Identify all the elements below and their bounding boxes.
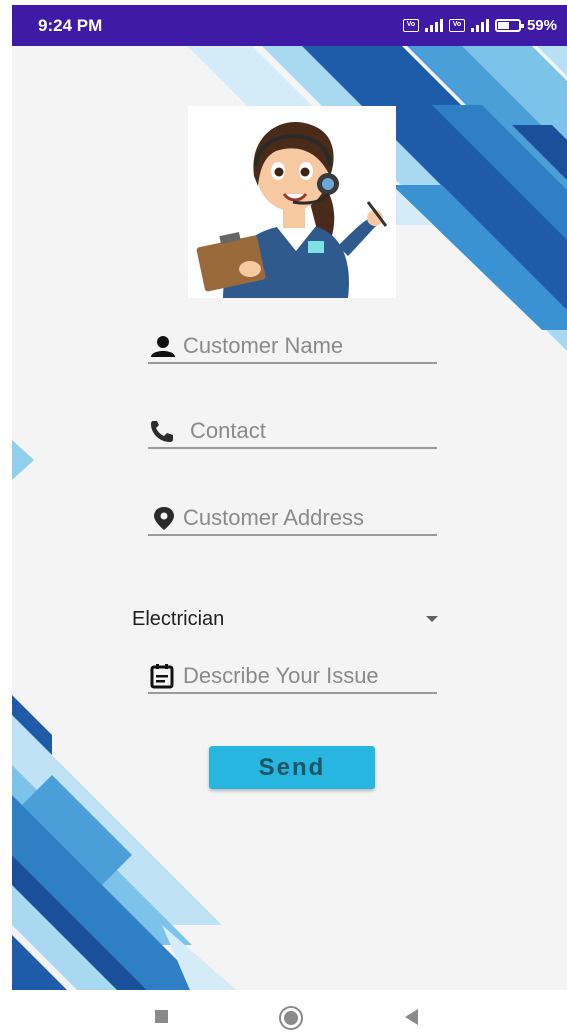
service-type-selected: Electrician: [132, 608, 225, 630]
navigation-bar: [0, 990, 567, 1035]
status-icons: Vo Vo 59%: [402, 15, 557, 35]
service-type-dropdown[interactable]: Electrician: [132, 605, 442, 633]
home-icon[interactable]: [279, 1006, 303, 1030]
volte-icon-sim2: Vo: [448, 18, 465, 32]
battery-icon: [494, 18, 524, 32]
signal-icon-sim2: [470, 18, 489, 32]
issue-description-field[interactable]: Describe Your Issue: [148, 660, 437, 694]
customer-address-field[interactable]: Customer Address: [148, 502, 437, 536]
customer-address-placeholder: Customer Address: [183, 505, 364, 530]
recent-apps-icon[interactable]: [155, 1010, 168, 1023]
signal-icon: [424, 18, 443, 32]
volte-icon: Vo: [402, 18, 419, 32]
phone-screen: 9:24 PM Vo Vo 59% Customer Name Contact …: [12, 5, 567, 1035]
customer-name-placeholder: Customer Name: [183, 333, 344, 358]
back-icon[interactable]: [405, 1009, 418, 1025]
send-button[interactable]: Send: [209, 746, 375, 789]
battery-percent: 59%: [526, 16, 557, 34]
issue-description-placeholder: Describe Your Issue: [183, 663, 379, 688]
status-bar: 9:24 PM Vo Vo 59%: [12, 5, 567, 46]
status-time: 9:24 PM: [38, 16, 103, 35]
dropdown-arrow-icon: [426, 616, 438, 622]
description-icon: [150, 664, 174, 689]
phone-icon: [151, 421, 173, 442]
support-agent-illustration: [188, 106, 396, 298]
contact-placeholder: Contact: [190, 418, 266, 443]
location-pin-icon: [154, 507, 174, 530]
customer-name-field[interactable]: Customer Name: [148, 330, 437, 364]
person-icon: [151, 336, 175, 357]
contact-field[interactable]: Contact: [148, 415, 437, 449]
